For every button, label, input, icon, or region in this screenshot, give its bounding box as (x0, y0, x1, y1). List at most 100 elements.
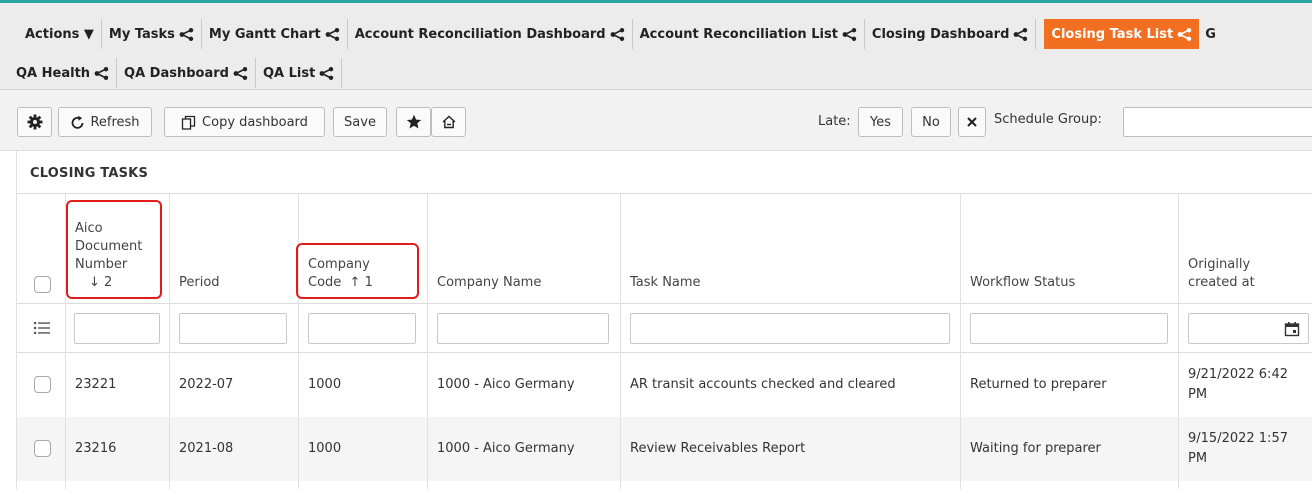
grid-header-row: Aico Document Number ↓ 2 Period Company … (17, 194, 1312, 304)
cell-company-code: 1000 (308, 441, 342, 456)
tab-label: Account Reconciliation Dashboard (354, 26, 606, 42)
tab-qa-list[interactable]: QA List (256, 58, 343, 88)
filter-input-created-at[interactable] (1188, 313, 1309, 344)
filter-input-company-name[interactable] (437, 313, 609, 344)
select-all-checkbox[interactable] (34, 276, 51, 293)
closing-tasks-grid: Aico Document Number ↓ 2 Period Company … (17, 193, 1312, 489)
settings-button[interactable] (17, 107, 52, 137)
share-icon[interactable] (233, 66, 248, 80)
column-header-period[interactable]: Period (169, 194, 299, 304)
tab-account-reconciliation-list[interactable]: Account Reconciliation List (633, 19, 865, 49)
cell-document-number[interactable]: 23221 (65, 353, 169, 417)
section-title: CLOSING TASKS (30, 166, 149, 181)
list-options-icon[interactable] (34, 321, 50, 335)
cell-created-at: 9/15/2022 1:57 PM (1188, 431, 1288, 466)
tab-account-reconciliation-dashboard[interactable]: Account Reconciliation Dashboard (348, 19, 633, 49)
column-divider (960, 194, 961, 489)
cell-company-name: 1000 - Aico Germany (437, 441, 575, 456)
actions-menu[interactable]: Actions ▼ (16, 19, 102, 49)
header-text: Workflow Status (970, 275, 1076, 290)
share-icon[interactable] (179, 27, 194, 41)
row-checkbox[interactable] (34, 440, 51, 457)
cell-workflow-status: Returned to preparer (970, 377, 1107, 392)
share-icon[interactable] (94, 66, 109, 80)
tab-label: Closing Task List (1051, 26, 1174, 42)
share-icon[interactable] (1177, 27, 1192, 41)
cell-task-name[interactable]: AR transit accounts checked and cleared (620, 353, 960, 417)
tab-label: QA Health (16, 65, 91, 81)
header-line: created at (1188, 275, 1255, 290)
home-icon (442, 115, 455, 129)
header-line: Originally (1188, 257, 1251, 272)
cell-period: 2022-07 (179, 377, 234, 392)
cell-created-at: 9/21/2022 6:42 PM (1188, 367, 1288, 402)
column-divider (298, 194, 299, 489)
table-row[interactable]: 23221 2022-07 1000 1000 - Aico Germany A… (17, 353, 1312, 417)
gear-icon (27, 114, 42, 130)
calendar-icon[interactable] (1284, 321, 1300, 337)
cell-company-name: 1000 - Aico Germany (437, 377, 575, 392)
refresh-button[interactable]: Refresh (58, 107, 152, 137)
column-header-task-name[interactable]: Task Name (620, 194, 960, 304)
filter-input-company-code[interactable] (308, 313, 416, 344)
tab-my-tasks[interactable]: My Tasks (102, 19, 202, 49)
cell-workflow-status: Waiting for preparer (970, 441, 1101, 456)
column-divider (1178, 194, 1179, 489)
late-label: Late: (818, 114, 851, 129)
header-text: Company Name (437, 275, 542, 290)
save-label: Save (344, 114, 376, 130)
column-header-workflow-status[interactable]: Workflow Status (960, 194, 1178, 304)
refresh-label: Refresh (90, 114, 140, 130)
filter-input-workflow-status[interactable] (970, 313, 1168, 344)
share-icon[interactable] (1013, 27, 1028, 41)
schedule-group-input[interactable] (1123, 107, 1312, 137)
closing-tasks-panel: CLOSING TASKS Aico Document Number ↓ 2 P… (16, 151, 1312, 489)
tab-label: My Tasks (108, 26, 175, 42)
tab-qa-health[interactable]: QA Health (9, 58, 118, 88)
schedule-group-label: Schedule Group: (994, 112, 1102, 127)
row-checkbox[interactable] (34, 376, 51, 393)
column-header-company-name[interactable]: Company Name (427, 194, 621, 304)
share-icon[interactable] (319, 66, 334, 80)
late-yes-label: Yes (870, 114, 891, 130)
cell-period: 2021-08 (179, 441, 234, 456)
table-row[interactable]: 23216 2021-08 1000 1000 - Aico Germany R… (17, 417, 1312, 481)
filter-input-document-number[interactable] (74, 313, 160, 344)
header-text: Task Name (630, 275, 701, 290)
sort-highlight-document-number (66, 200, 162, 299)
column-divider (427, 194, 428, 489)
column-divider (620, 194, 621, 489)
tab-row-2: QA Health QA Dashboard QA List (9, 58, 343, 88)
home-button[interactable] (431, 107, 466, 137)
late-yes-button[interactable]: Yes (858, 107, 903, 137)
share-icon[interactable] (842, 27, 857, 41)
share-icon[interactable] (325, 27, 340, 41)
favorite-button[interactable] (396, 107, 431, 137)
tab-my-gantt-chart[interactable]: My Gantt Chart (202, 19, 348, 49)
late-no-label: No (922, 114, 940, 130)
header-text: Originally created at (1188, 256, 1255, 292)
cell-document-number[interactable]: 23216 (65, 417, 169, 481)
cell-task-name[interactable]: Review Receivables Report (620, 417, 960, 481)
filter-input-task-name[interactable] (630, 313, 950, 344)
dashboard-tab-bar: Actions ▼ My Tasks My Gantt Chart Accoun… (0, 3, 1312, 90)
cell-company-code: 1000 (308, 377, 342, 392)
save-button[interactable]: Save (333, 107, 387, 137)
late-no-button[interactable]: No (911, 107, 951, 137)
clear-late-filter-button[interactable] (958, 107, 986, 137)
tab-label: My Gantt Chart (208, 26, 321, 42)
tab-closing-dashboard[interactable]: Closing Dashboard (865, 19, 1037, 49)
share-icon[interactable] (610, 27, 625, 41)
close-icon (967, 117, 977, 127)
column-header-originally-created-at[interactable]: Originally created at (1178, 194, 1312, 304)
copy-dashboard-button[interactable]: Copy dashboard (164, 107, 325, 137)
tab-closing-task-list[interactable]: Closing Task List (1044, 19, 1200, 49)
tab-partial-offscreen[interactable]: G (1199, 19, 1223, 49)
star-icon (406, 114, 421, 129)
tab-qa-dashboard[interactable]: QA Dashboard (117, 58, 256, 88)
tab-row-1: Actions ▼ My Tasks My Gantt Chart Accoun… (16, 19, 1223, 49)
refresh-icon (72, 115, 84, 129)
grid-filter-row (17, 304, 1312, 353)
copy-dashboard-label: Copy dashboard (202, 114, 308, 130)
filter-input-period[interactable] (179, 313, 287, 344)
